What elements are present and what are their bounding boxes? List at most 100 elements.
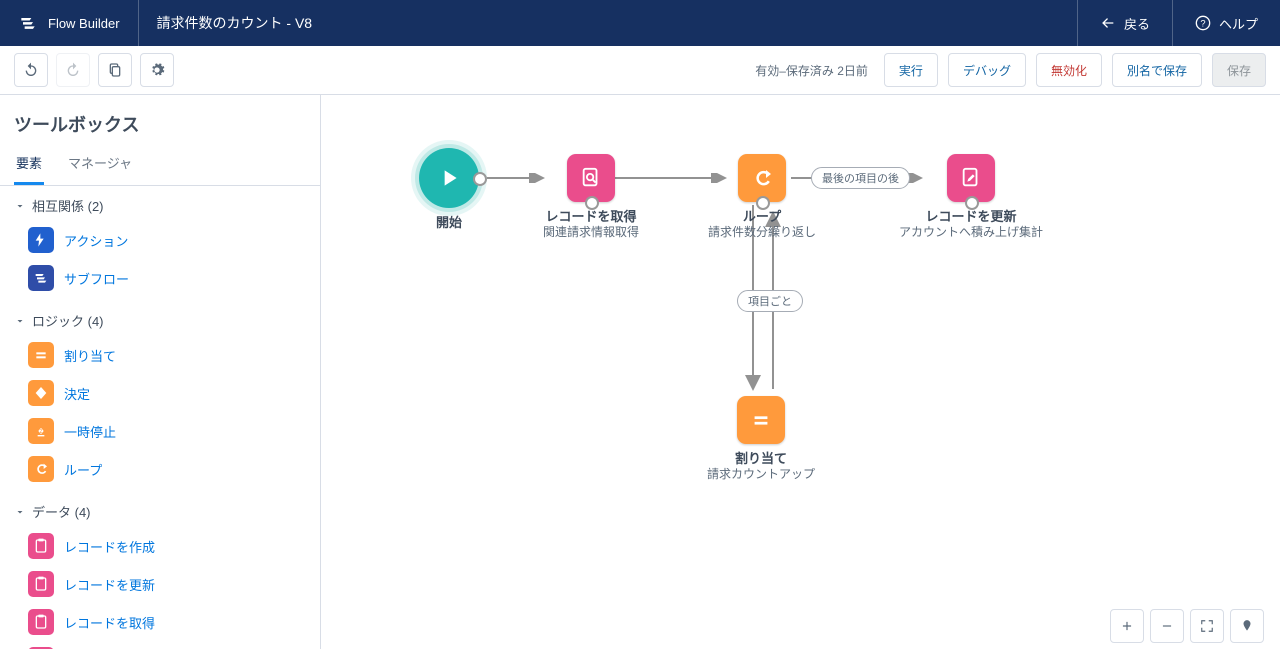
brand: Flow Builder (0, 0, 139, 46)
play-icon (436, 165, 462, 191)
help-icon: ? (1195, 15, 1211, 31)
help-label: ヘルプ (1219, 14, 1258, 33)
record-icon (28, 609, 54, 635)
palette-item-interaction-1[interactable]: サブフロー (28, 259, 320, 297)
main: ツールボックス 要素 マネージャ 相互関係 (2) アクションサブフロー ロジッ… (0, 95, 1280, 649)
save-status: 有効–保存済み 2日前 (755, 62, 868, 79)
plus-icon (1120, 619, 1134, 633)
node-get-sub: 関連請求情報取得 (521, 225, 661, 241)
back-label: 戻る (1124, 14, 1150, 33)
minus-icon (1160, 619, 1174, 633)
record-update-icon (960, 167, 982, 189)
canvas[interactable]: 最後の項目の後 項目ごと 開始 レコードを取得 関連請求情報取得 ループ (321, 95, 1280, 649)
back-button[interactable]: 戻る (1077, 0, 1172, 46)
palette-item-label: 決定 (64, 384, 90, 403)
zoom-in-button[interactable] (1110, 609, 1144, 643)
palette-item-label: 一時停止 (64, 422, 116, 441)
save-as-button[interactable]: 別名で保存 (1112, 53, 1202, 87)
deactivate-button[interactable]: 無効化 (1036, 53, 1102, 87)
undo-icon (23, 62, 39, 78)
loop-for-each-label: 項目ごと (737, 290, 803, 312)
node-assign[interactable]: 割り当て 請求カウントアップ (691, 396, 831, 483)
gear-icon (149, 62, 165, 78)
group-label: データ (4) (32, 502, 91, 521)
help-button[interactable]: ? ヘルプ (1172, 0, 1280, 46)
diamond-icon (28, 380, 54, 406)
sidebar-title: ツールボックス (0, 95, 320, 143)
palette-item-data-2[interactable]: レコードを取得 (28, 603, 320, 641)
redo-icon (65, 62, 81, 78)
brand-label: Flow Builder (48, 16, 120, 31)
record-icon (28, 571, 54, 597)
node-start-title: 開始 (399, 212, 499, 231)
palette-item-label: アクション (64, 231, 128, 250)
palette-item-logic-2[interactable]: z 一時停止 (28, 412, 320, 450)
palette-item-label: ループ (64, 460, 102, 479)
group-head-interaction[interactable]: 相互関係 (2) (0, 186, 320, 219)
palette-item-label: レコードを更新 (64, 575, 155, 594)
flow-builder-icon (18, 13, 38, 33)
fit-icon (1200, 619, 1214, 633)
undo-button[interactable] (14, 53, 48, 87)
node-loop-sub: 請求件数分繰り返し (697, 225, 827, 241)
chevron-down-icon (14, 200, 26, 212)
debug-button[interactable]: デバッグ (948, 53, 1026, 87)
chevron-down-icon (14, 506, 26, 518)
node-update-sub: アカウントへ積み上げ集計 (891, 225, 1051, 241)
flow-icon (28, 265, 54, 291)
group-label: ロジック (4) (32, 311, 104, 330)
group-head-logic[interactable]: ロジック (4) (0, 301, 320, 334)
group-head-data[interactable]: データ (4) (0, 492, 320, 525)
palette-item-logic-3[interactable]: ループ (28, 450, 320, 488)
group-data: データ (4) レコードを作成レコードを更新レコードを取得レコードを削除 (0, 492, 320, 649)
palette-item-logic-0[interactable]: 割り当て (28, 336, 320, 374)
loop-icon (28, 456, 54, 482)
palette-item-interaction-0[interactable]: アクション (28, 221, 320, 259)
palette-item-logic-1[interactable]: 決定 (28, 374, 320, 412)
settings-button[interactable] (140, 53, 174, 87)
svg-text:?: ? (1200, 18, 1205, 28)
zoom-out-button[interactable] (1150, 609, 1184, 643)
redo-button[interactable] (56, 53, 90, 87)
node-update-records[interactable]: レコードを更新 アカウントへ積み上げ集計 (891, 154, 1051, 241)
save-button[interactable]: 保存 (1212, 53, 1266, 87)
record-icon (28, 533, 54, 559)
palette-item-data-0[interactable]: レコードを作成 (28, 527, 320, 565)
toolbar: 有効–保存済み 2日前 実行 デバッグ 無効化 別名で保存 保存 (0, 46, 1280, 95)
arrow-left-icon (1100, 15, 1116, 31)
chevron-down-icon (14, 315, 26, 327)
copy-icon (107, 62, 123, 78)
loop-icon (750, 166, 774, 190)
page-title: 請求件数のカウント - V8 (139, 0, 331, 46)
svg-text:z: z (40, 429, 43, 435)
tab-manager[interactable]: マネージャ (66, 143, 134, 185)
locate-button[interactable] (1230, 609, 1264, 643)
fit-button[interactable] (1190, 609, 1224, 643)
copy-button[interactable] (98, 53, 132, 87)
equals-icon (28, 342, 54, 368)
node-assign-title: 割り当て (691, 448, 831, 467)
sidebar: ツールボックス 要素 マネージャ 相互関係 (2) アクションサブフロー ロジッ… (0, 95, 321, 649)
zoom-controls (1110, 609, 1264, 643)
pin-icon (1240, 619, 1254, 633)
palette-item-label: レコードを作成 (64, 537, 155, 556)
node-get-records[interactable]: レコードを取得 関連請求情報取得 (521, 154, 661, 241)
pause-icon: z (28, 418, 54, 444)
node-start[interactable]: 開始 (399, 148, 499, 231)
node-loop[interactable]: ループ 請求件数分繰り返し (697, 154, 827, 241)
app-header: Flow Builder 請求件数のカウント - V8 戻る ? ヘルプ (0, 0, 1280, 46)
record-search-icon (580, 167, 602, 189)
palette-item-data-1[interactable]: レコードを更新 (28, 565, 320, 603)
group-logic: ロジック (4) 割り当て決定 z 一時停止ループ (0, 301, 320, 492)
node-assign-sub: 請求カウントアップ (691, 467, 831, 483)
run-button[interactable]: 実行 (884, 53, 938, 87)
equals-icon (750, 409, 772, 431)
palette-item-label: サブフロー (64, 269, 129, 288)
palette-item-label: レコードを取得 (64, 613, 155, 632)
group-interaction: 相互関係 (2) アクションサブフロー (0, 186, 320, 301)
bolt-icon (28, 227, 54, 253)
tab-elements[interactable]: 要素 (14, 143, 44, 185)
sidebar-tabs: 要素 マネージャ (0, 143, 320, 186)
palette-item-label: 割り当て (64, 346, 116, 365)
group-label: 相互関係 (2) (32, 196, 104, 215)
